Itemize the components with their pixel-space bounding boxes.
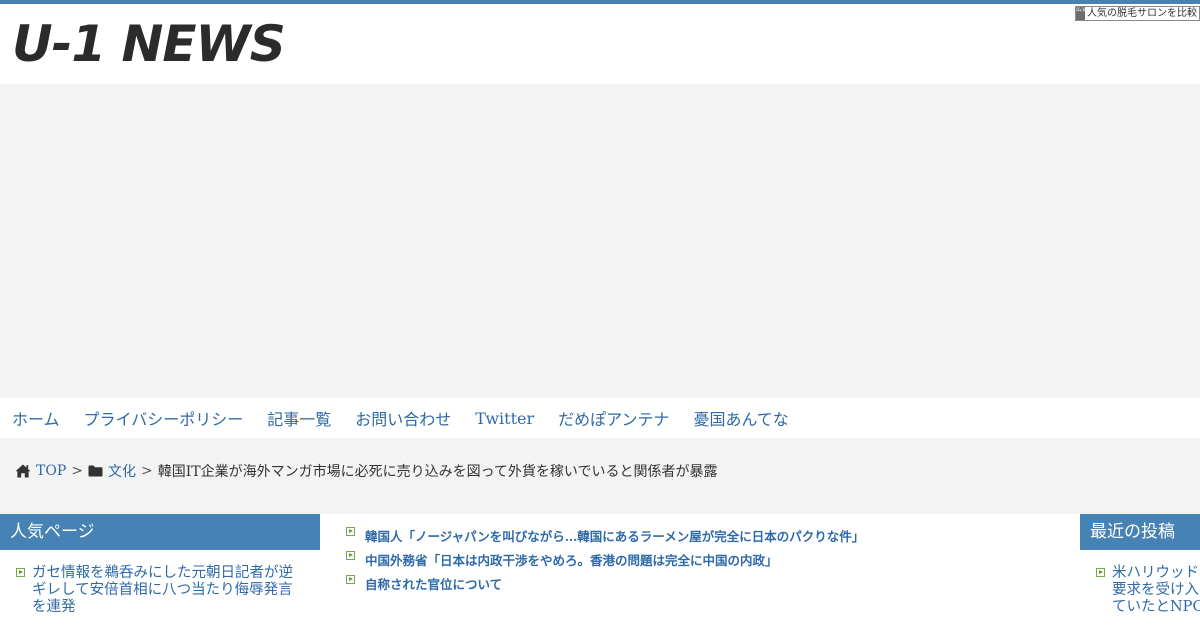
- nav-link-home[interactable]: ホーム: [12, 410, 60, 429]
- related-link[interactable]: 中国外務省「日本は内政干渉をやめろ。香港の問題は完全に中国の内政」: [365, 553, 778, 568]
- global-nav: ホーム プライバシーポリシー 記事一覧 お問い合わせ Twitter だめぽアン…: [0, 398, 1200, 438]
- nav-item: 記事一覧: [267, 406, 331, 430]
- sidebar-right: 最近の投稿 米ハリウッドが出した屈辱的要求を受け入れて墓穴を掘っていたとNPO団…: [1080, 514, 1200, 630]
- ad-label-text: 人気の脱毛サロンを比較: [1087, 8, 1197, 19]
- list-item: 米ハリウッドが出した屈辱的要求を受け入れて墓穴を掘っていたとNPO団体: [1080, 565, 1200, 616]
- nav-link-contact[interactable]: お問い合わせ: [355, 410, 451, 429]
- recent-post-link[interactable]: 米ハリウッドが出した屈辱的要求を受け入れて墓穴を掘っていたとNPO団体: [1112, 565, 1200, 616]
- list-item: 中国外務省「日本は内政干渉をやめろ。香港の問題は完全に中国の内政」: [336, 550, 1064, 574]
- breadcrumb-current: 韓国IT企業が海外マンガ市場に必死に売り込みを図って外貨を稼いでいると関係者が暴…: [157, 464, 718, 480]
- nav-item: プライバシーポリシー: [84, 406, 244, 430]
- nav-link-privacy-policy[interactable]: プライバシーポリシー: [84, 410, 244, 429]
- ad-banner: [0, 84, 1200, 398]
- list-item: 自称された官位について: [336, 574, 1064, 598]
- arrow-bullet-icon: [346, 575, 355, 584]
- arrow-bullet-icon: [346, 527, 355, 536]
- list-item: ガセ情報を鵜呑みにした元朝日記者が逆ギレして安倍首相に八つ当たり侮辱発言を連発: [0, 565, 320, 616]
- main-content: 韓国人「ノージャパンを叫びながら…韓国にあるラーメン屋が完全に日本のパクりな件」…: [336, 514, 1064, 630]
- nav-item: だめぽアンテナ: [558, 406, 669, 430]
- folder-icon: [88, 465, 103, 477]
- nav-list: ホーム プライバシーポリシー 記事一覧 お問い合わせ Twitter だめぽアン…: [0, 398, 1200, 438]
- ad-label[interactable]: 広告 人気の脱毛サロンを比較: [1075, 6, 1200, 21]
- popular-page-link[interactable]: ガセ情報を鵜呑みにした元朝日記者が逆ギレして安倍首相に八つ当たり侮辱発言を連発: [32, 565, 306, 616]
- nav-link-article-list[interactable]: 記事一覧: [267, 410, 331, 429]
- breadcrumb-category-link[interactable]: 文化: [108, 461, 136, 481]
- breadcrumb-area: TOP > 文化 > 韓国IT企業が海外マンガ市場に必死に売り込みを図って外貨を…: [0, 438, 1200, 514]
- arrow-bullet-icon: [16, 568, 25, 577]
- breadcrumb-separator: >: [140, 463, 153, 479]
- site-logo[interactable]: U-1 NEWS: [12, 15, 286, 73]
- arrow-bullet-icon: [1096, 568, 1105, 577]
- home-icon: [15, 464, 31, 478]
- breadcrumb: TOP > 文化 > 韓国IT企業が海外マンガ市場に必死に売り込みを図って外貨を…: [15, 461, 717, 481]
- recent-posts-list: 米ハリウッドが出した屈辱的要求を受け入れて墓穴を掘っていたとNPO団体: [1080, 550, 1200, 616]
- list-item: 韓国人「ノージャパンを叫びながら…韓国にあるラーメン屋が完全に日本のパクりな件」: [336, 526, 1064, 550]
- breadcrumb-home-link[interactable]: TOP: [36, 463, 66, 479]
- nav-link-yuukoku-antenna[interactable]: 憂国あんてな: [694, 410, 789, 429]
- recent-posts-title: 最近の投稿: [1080, 514, 1200, 550]
- related-links-list: 韓国人「ノージャパンを叫びながら…韓国にあるラーメン屋が完全に日本のパクりな件」…: [336, 514, 1064, 598]
- nav-item: 憂国あんてな: [694, 406, 789, 430]
- nav-item: お問い合わせ: [355, 406, 451, 430]
- nav-item: ホーム: [12, 406, 60, 430]
- nav-link-twitter[interactable]: Twitter: [475, 409, 534, 428]
- nav-item: Twitter: [475, 409, 534, 428]
- ad-info-icon: 広告: [1076, 7, 1085, 20]
- related-link[interactable]: 自称された官位について: [365, 577, 502, 592]
- related-link[interactable]: 韓国人「ノージャパンを叫びながら…韓国にあるラーメン屋が完全に日本のパクりな件」: [365, 529, 864, 544]
- popular-pages-title: 人気ページ: [0, 514, 320, 550]
- breadcrumb-separator: >: [71, 463, 83, 479]
- nav-link-damepo-antenna[interactable]: だめぽアンテナ: [558, 410, 669, 429]
- site-header: U-1 NEWS 広告 人気の脱毛サロンを比較: [0, 4, 1200, 84]
- arrow-bullet-icon: [346, 551, 355, 560]
- sidebar-left: 人気ページ ガセ情報を鵜呑みにした元朝日記者が逆ギレして安倍首相に八つ当たり侮辱…: [0, 514, 320, 630]
- popular-pages-list: ガセ情報を鵜呑みにした元朝日記者が逆ギレして安倍首相に八つ当たり侮辱発言を連発: [0, 550, 320, 616]
